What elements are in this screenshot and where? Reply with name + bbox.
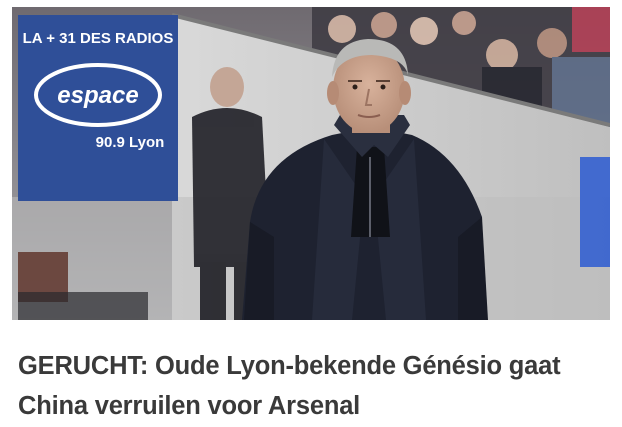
headline-line-1: GERUCHT: Oude Lyon-bekende Génésio gaat bbox=[18, 352, 561, 380]
radio-banner: LA + 31 DES RADIOS espace 90.9 Lyon bbox=[18, 15, 178, 201]
banner-line-1: LA + 31 DES RADIOS bbox=[23, 30, 174, 47]
headline-line-2: China verruilen voor Arsenal bbox=[18, 392, 361, 420]
article-photo[interactable]: LA + 31 DES RADIOS espace 90.9 Lyon bbox=[12, 7, 610, 320]
banner-line-2: espace bbox=[57, 82, 138, 109]
article-headline[interactable]: GERUCHT: Oude Lyon-bekende Génésio gaat … bbox=[18, 346, 604, 426]
photo-scene: LA + 31 DES RADIOS espace 90.9 Lyon bbox=[12, 7, 610, 320]
banner-line-3: 90.9 Lyon bbox=[96, 134, 165, 151]
news-card[interactable]: LA + 31 DES RADIOS espace 90.9 Lyon GERU… bbox=[0, 0, 622, 427]
